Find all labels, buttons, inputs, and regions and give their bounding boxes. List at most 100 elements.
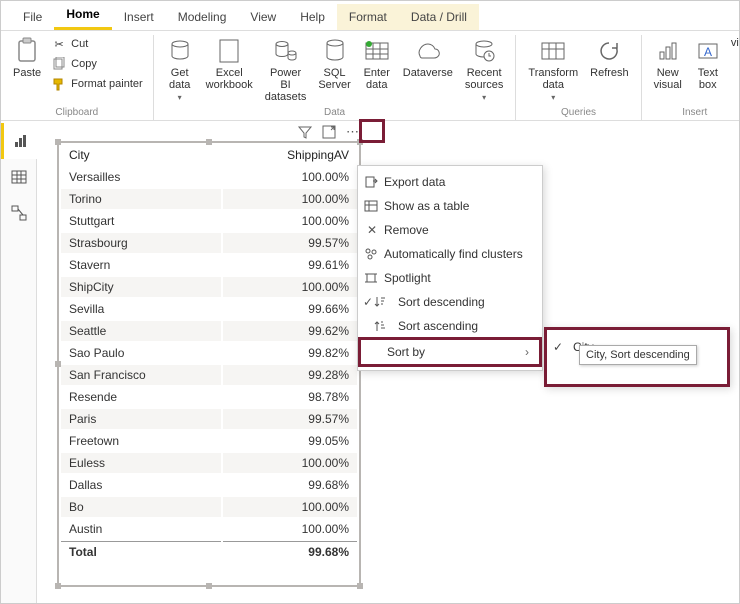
filter-icon[interactable] (295, 123, 315, 141)
table-row[interactable]: Euless100.00% (61, 453, 357, 473)
tooltip: City, Sort descending (579, 345, 697, 365)
view-switcher (1, 123, 37, 603)
copy-icon (51, 56, 67, 72)
table-row[interactable]: Bo100.00% (61, 497, 357, 517)
col-header-shipping[interactable]: ShippingAV (223, 145, 357, 165)
textbox-button[interactable]: AText box (690, 35, 726, 93)
report-view-button[interactable] (1, 123, 37, 159)
table-row[interactable]: Dallas99.68% (61, 475, 357, 495)
format-painter-button[interactable]: Format painter (49, 75, 145, 93)
menu-remove[interactable]: ✕Remove (358, 218, 542, 242)
table-icon (364, 199, 380, 213)
resize-handle[interactable] (55, 361, 61, 367)
new-visual-button[interactable]: New visual (650, 35, 686, 93)
svg-text:A: A (704, 45, 712, 59)
chevron-right-icon: › (525, 345, 529, 359)
table-row[interactable]: Versailles100.00% (61, 167, 357, 187)
table-row[interactable]: Sao Paulo99.82% (61, 343, 357, 363)
table-row[interactable]: Stuttgart100.00% (61, 211, 357, 231)
table-row[interactable]: Seattle99.62% (61, 321, 357, 341)
refresh-icon (595, 37, 623, 65)
menu-sort-descending[interactable]: ✓Sort descending (358, 290, 542, 314)
copy-button[interactable]: Copy (49, 55, 145, 73)
resize-handle[interactable] (55, 139, 61, 145)
excel-button[interactable]: Excel workbook (202, 35, 257, 93)
enter-data-button[interactable]: Enter data (359, 35, 395, 93)
refresh-button[interactable]: Refresh (586, 35, 633, 81)
recent-sources-button[interactable]: Recent sources▾ (461, 35, 508, 104)
tab-file[interactable]: File (11, 4, 54, 30)
tab-data-drill[interactable]: Data / Drill (399, 4, 479, 30)
grid-icon (363, 37, 391, 65)
transform-data-button[interactable]: Transform data▾ (524, 35, 582, 104)
group-insert: New visual AText box vi Insert (642, 35, 740, 120)
tab-view[interactable]: View (238, 4, 288, 30)
sql-icon (321, 37, 349, 65)
sort-asc-icon (374, 320, 390, 332)
tab-insert[interactable]: Insert (112, 4, 166, 30)
group-data: Get data▾ Excel workbook Power BI datase… (154, 35, 517, 120)
report-canvas: ⋯ City ShippingAV Versailles100.00%Torin… (1, 123, 739, 603)
more-visuals-button[interactable]: vi (730, 35, 740, 51)
visual-context-menu: Export data Show as a table ✕Remove Auto… (357, 165, 543, 371)
menu-sort-ascending[interactable]: Sort ascending (358, 314, 542, 338)
table-row[interactable]: Torino100.00% (61, 189, 357, 209)
cluster-icon (364, 247, 380, 261)
focus-mode-icon[interactable] (319, 123, 339, 141)
resize-handle[interactable] (206, 583, 212, 589)
resize-handle[interactable] (55, 583, 61, 589)
table-visual[interactable]: ⋯ City ShippingAV Versailles100.00%Torin… (57, 141, 361, 587)
menu-spotlight[interactable]: Spotlight (358, 266, 542, 290)
resize-handle[interactable] (206, 139, 212, 145)
export-icon (364, 175, 380, 189)
menu-show-as-table[interactable]: Show as a table (358, 194, 542, 218)
chart-icon (654, 37, 682, 65)
table-row[interactable]: Freetown99.05% (61, 431, 357, 451)
tab-home[interactable]: Home (54, 1, 111, 30)
ribbon-tabs: File Home Insert Modeling View Help Form… (1, 1, 739, 31)
brush-icon (51, 76, 67, 92)
pbi-icon (272, 37, 300, 65)
clipboard-icon (13, 37, 41, 65)
visual-toolbar: ⋯ (295, 123, 363, 141)
table-row[interactable]: San Francisco99.28% (61, 365, 357, 385)
textbox-icon: A (694, 37, 722, 65)
table-row[interactable]: ShipCity100.00% (61, 277, 357, 297)
data-table: City ShippingAV Versailles100.00%Torino1… (59, 143, 359, 564)
tab-format[interactable]: Format (337, 4, 399, 30)
dataverse-button[interactable]: Dataverse (399, 35, 457, 81)
recent-icon (470, 37, 498, 65)
highlight-more-options (359, 119, 385, 143)
table-row[interactable]: Resende98.78% (61, 387, 357, 407)
col-header-city[interactable]: City (61, 145, 221, 165)
paste-button[interactable]: Paste (9, 35, 45, 81)
menu-find-clusters[interactable]: Automatically find clusters (358, 242, 542, 266)
group-label-queries: Queries (524, 105, 632, 120)
sort-desc-icon (374, 296, 390, 308)
tab-modeling[interactable]: Modeling (166, 4, 239, 30)
group-clipboard: Paste ✂Cut Copy Format painter Clipboard (1, 35, 154, 120)
tab-help[interactable]: Help (288, 4, 337, 30)
table-row[interactable]: Paris99.57% (61, 409, 357, 429)
table-row[interactable]: Strasbourg99.57% (61, 233, 357, 253)
table-row[interactable]: Stavern99.61% (61, 255, 357, 275)
transform-icon (539, 37, 567, 65)
resize-handle[interactable] (357, 583, 363, 589)
cut-button[interactable]: ✂Cut (49, 35, 145, 53)
ribbon: Paste ✂Cut Copy Format painter Clipboard… (1, 31, 739, 121)
scissors-icon: ✂ (51, 36, 67, 52)
menu-sort-by[interactable]: Sort by› (358, 337, 542, 367)
sql-button[interactable]: SQL Server (314, 35, 354, 93)
group-queries: Transform data▾ Refresh Queries (516, 35, 641, 120)
spotlight-icon (364, 271, 380, 285)
group-label-data: Data (162, 105, 508, 120)
pbi-datasets-button[interactable]: Power BI datasets (261, 35, 311, 105)
table-row[interactable]: Sevilla99.66% (61, 299, 357, 319)
menu-export-data[interactable]: Export data (358, 170, 542, 194)
check-icon: ✓ (553, 340, 563, 354)
model-view-button[interactable] (1, 195, 37, 231)
get-data-button[interactable]: Get data▾ (162, 35, 198, 104)
table-row[interactable]: Austin100.00% (61, 519, 357, 539)
data-view-button[interactable] (1, 159, 37, 195)
group-label-insert: Insert (650, 105, 740, 120)
